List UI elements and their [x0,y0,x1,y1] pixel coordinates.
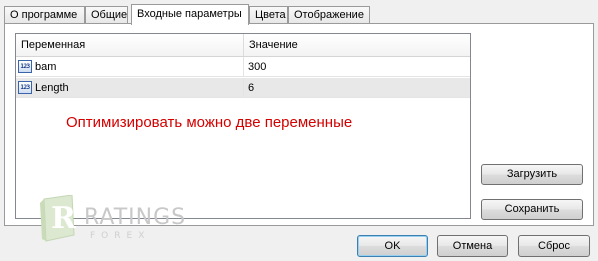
watermark-sub: FOREX [90,231,151,241]
column-header-variable[interactable]: Переменная [16,34,244,56]
parameter-value[interactable]: 6 [244,78,470,98]
tab-general[interactable]: Общие [85,6,128,24]
parameter-value[interactable]: 300 [244,57,470,77]
tab-display-label: Отображение [294,9,364,21]
save-button[interactable]: Сохранить [481,199,583,220]
parameter-name-cell: 123 bam [16,57,244,77]
parameter-name-cell: 123 Length [16,78,244,98]
parameter-name: bam [35,61,57,73]
ok-button[interactable]: OK [357,235,428,257]
tab-about[interactable]: О программе [4,6,85,24]
parameters-list[interactable]: Переменная Значение 123 bam 300 123 Leng… [15,33,471,219]
tab-colors[interactable]: Цвета [249,6,288,24]
column-header-value[interactable]: Значение [244,34,470,56]
tab-panel-input-parameters: Переменная Значение 123 bam 300 123 Leng… [4,23,594,226]
tab-strip: О программе Общие Входные параметры Цвет… [4,4,594,25]
cancel-button[interactable]: Отмена [437,235,508,257]
load-button[interactable]: Загрузить [481,164,583,185]
tab-input-parameters-label: Входные параметры [137,8,242,20]
tab-about-label: О программе [10,9,78,21]
tab-general-label: Общие [91,9,128,21]
tab-display[interactable]: Отображение [288,6,370,24]
parameter-row-length[interactable]: 123 Length 6 [16,78,470,98]
parameter-row-bam[interactable]: 123 bam 300 [16,57,470,77]
parameters-list-header: Переменная Значение [16,34,470,57]
parameter-name: Length [35,82,69,94]
integer-param-icon: 123 [18,60,32,73]
integer-param-icon: 123 [18,81,32,94]
reset-button[interactable]: Сброс [518,235,590,257]
tab-input-parameters[interactable]: Входные параметры [131,4,249,25]
tab-colors-label: Цвета [255,9,286,21]
annotation-text: Оптимизировать можно две переменные [66,114,353,131]
